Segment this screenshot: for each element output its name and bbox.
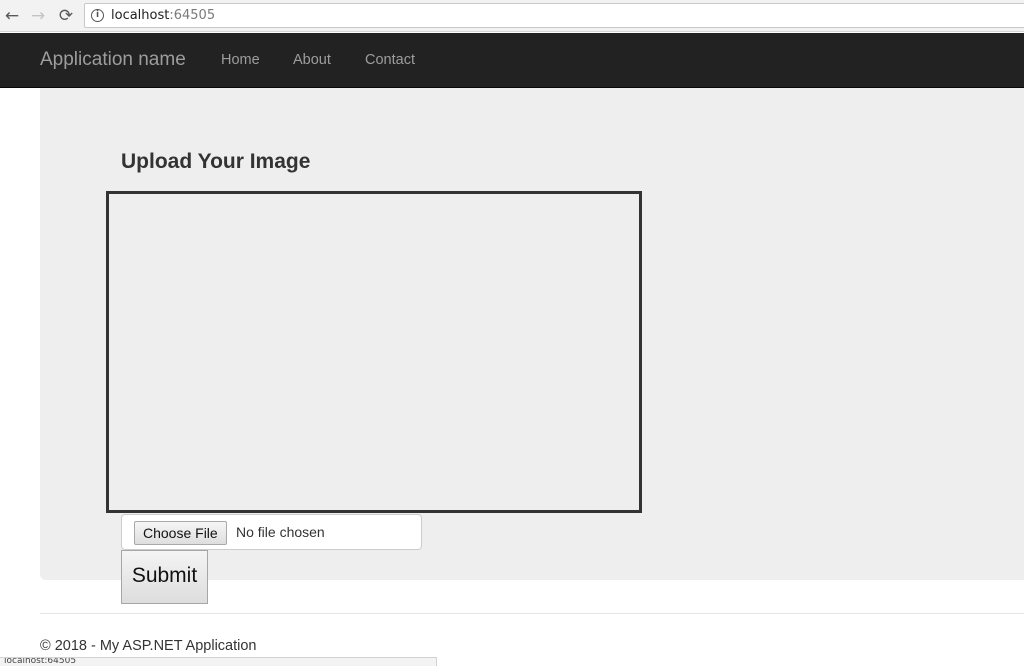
footer-divider bbox=[40, 613, 1024, 614]
nav-link-contact[interactable]: Contact bbox=[365, 52, 415, 68]
footer-copyright: © 2018 - My ASP.NET Application bbox=[40, 638, 257, 654]
info-icon[interactable]: i bbox=[91, 9, 104, 22]
nav-link-home[interactable]: Home bbox=[221, 52, 260, 68]
brand-link[interactable]: Application name bbox=[40, 49, 186, 71]
url-text: localhost:64505 bbox=[111, 8, 215, 23]
choose-file-button[interactable]: Choose File bbox=[134, 521, 227, 545]
image-preview-box bbox=[106, 191, 642, 513]
submit-button[interactable]: Submit bbox=[121, 550, 208, 604]
back-arrow-icon[interactable]: ← bbox=[2, 6, 22, 26]
file-upload-input[interactable]: Choose File No file chosen bbox=[121, 514, 422, 550]
status-bar: localhost:64505 bbox=[0, 657, 437, 666]
url-port: :64505 bbox=[169, 8, 216, 23]
reload-icon[interactable]: ⟳ bbox=[56, 6, 76, 26]
nav-link-about[interactable]: About bbox=[293, 52, 331, 68]
browser-toolbar: ← → ⟳ i localhost:64505 bbox=[0, 0, 1024, 32]
file-status-text: No file chosen bbox=[236, 524, 325, 540]
jumbotron: Upload Your Image bbox=[40, 88, 1024, 580]
forward-arrow-icon[interactable]: → bbox=[28, 6, 48, 26]
status-bar-text: localhost:64505 bbox=[4, 657, 77, 666]
page-title: Upload Your Image bbox=[121, 150, 311, 173]
site-navbar: Application name Home About Contact bbox=[0, 33, 1024, 88]
address-bar[interactable]: i localhost:64505 bbox=[84, 3, 1024, 28]
url-host: localhost bbox=[111, 8, 170, 23]
